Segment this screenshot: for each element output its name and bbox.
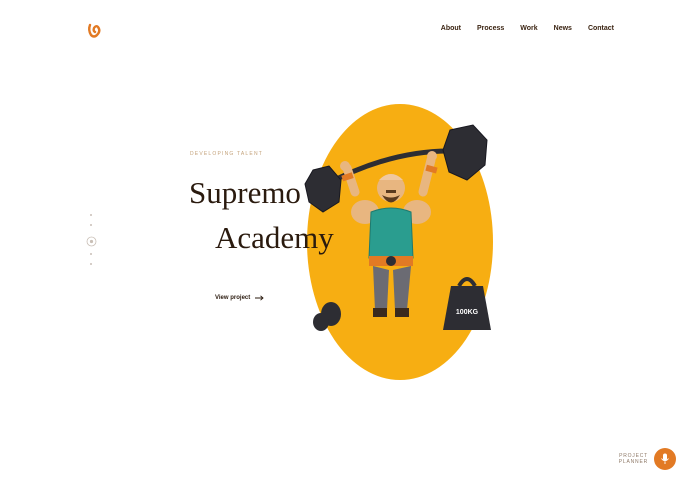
microphone-icon [661,453,669,464]
slide-pager [84,214,98,265]
nav-item-news[interactable]: News [554,25,572,32]
barbell-plate-right [442,124,488,181]
hero-eyebrow: DEVELOPING TALENT [190,151,264,157]
weight-label: 100KG [456,309,479,316]
view-project-link[interactable]: View project [215,295,264,301]
pager-active-icon[interactable] [86,234,97,247]
pager-dot-5[interactable] [90,263,92,265]
project-planner-button[interactable]: PROJECT PLANNER [618,448,676,470]
pager-dot-1[interactable] [90,214,92,216]
nav-item-process[interactable]: Process [477,25,504,32]
page: About Process Work News Contact DEVELOPI… [0,0,700,500]
pager-dot-2[interactable] [90,224,92,226]
view-project-label: View project [215,295,251,301]
main-nav: About Process Work News Contact [441,25,614,32]
nav-item-work[interactable]: Work [520,25,537,32]
planner-badge [654,448,676,470]
logo-icon[interactable] [86,22,104,40]
planner-label-line-2: PLANNER [618,459,648,465]
pager-dot-4[interactable] [90,253,92,255]
arrow-right-icon [255,295,264,301]
nav-item-about[interactable]: About [441,25,461,32]
planner-label: PROJECT PLANNER [618,453,648,466]
hero-title-line-1: Supremo [189,175,301,210]
hero-title-line-2: Academy [215,220,334,255]
tank-top [368,207,414,263]
nav-item-contact[interactable]: Contact [588,25,614,32]
